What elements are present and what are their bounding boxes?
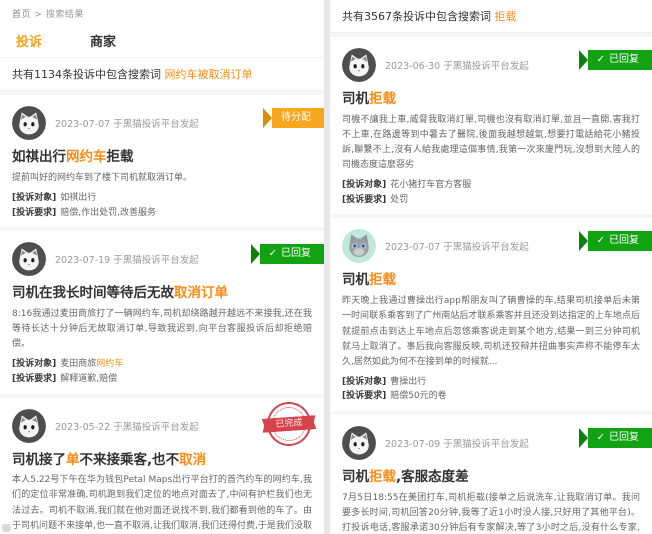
summary-prefix: 共有3567条投诉中包含搜索词	[342, 10, 495, 23]
complaint-demand-row: [投诉要求] 赔偿50元的卷	[342, 389, 640, 404]
user-avatar	[12, 409, 46, 443]
complaint-title[interactable]: 司机拒载,客服态度差	[342, 469, 640, 486]
complaint-date: 2023-07-07 于黑猫投诉平台发起	[385, 239, 529, 253]
complaint-list: 2023-07-07 于黑猫投诉平台发起 待分配 如祺出行网约车拒载 提前叫好的…	[0, 91, 324, 534]
complaint-target-row: [投诉对象] 如祺出行	[12, 191, 312, 206]
complaint-content: 8:16我通过麦田商旅打了一辆网约车,司机却绕路越开越远不来接我,还在我等待长达…	[12, 307, 312, 352]
demand-label: [投诉要求]	[12, 374, 56, 384]
target-value: 曹操出行	[390, 377, 426, 387]
check-icon: ✓	[597, 231, 605, 251]
black-cat-avatar-icon	[342, 426, 376, 460]
black-cat-avatar-icon	[12, 242, 46, 276]
check-icon: ✓	[597, 50, 605, 70]
complaint-date: 2023-07-07 于黑猫投诉平台发起	[55, 116, 199, 130]
user-avatar	[342, 48, 376, 82]
complaint-title[interactable]: 司机接了单不来接乘客,也不取消	[12, 452, 312, 469]
search-summary: 共有1134条投诉中包含搜索词 网约车被取消订单	[0, 58, 324, 91]
breadcrumb-separator: >	[34, 10, 42, 20]
target-label: [投诉对象]	[342, 377, 386, 387]
complaint-date: 2023-07-19 于黑猫投诉平台发起	[55, 252, 199, 266]
result-tabs: 投诉 商家	[0, 23, 324, 58]
target-label: [投诉对象]	[342, 180, 386, 190]
status-badge: ✓ 已回复	[588, 50, 652, 70]
complaints-panel-right: 共有3567条投诉中包含搜索词 拒载	[330, 0, 652, 534]
black-cat-avatar-icon	[342, 48, 376, 82]
demand-value: 赔偿,作出处罚,改善服务	[60, 208, 156, 218]
status-badge-label: 已回复	[609, 428, 639, 448]
complaint-demand-row: [投诉要求] 解释道歉,赔偿	[12, 372, 312, 387]
complaint-demand-row: [投诉要求] 赔偿,作出处罚,改善服务	[12, 206, 312, 221]
complaint-fields: [投诉对象] 麦田商旅网约车 [投诉要求] 解释道歉,赔偿	[12, 357, 312, 386]
status-badge: 待分配	[272, 108, 324, 128]
completed-stamp: 已完成	[264, 399, 313, 448]
complaint-title[interactable]: 司机拒载	[342, 272, 640, 289]
demand-value: 解释道歉,赔偿	[60, 374, 117, 384]
complaint-card[interactable]: 2023-07-07 于黑猫投诉平台发起 ✓ 已回复 司机拒载 昨天晚上我通过曹…	[330, 214, 652, 411]
breadcrumb: 首页 > 搜索结果	[0, 0, 324, 23]
target-value: 花小猪打车官方客服	[390, 180, 471, 190]
breadcrumb-home[interactable]: 首页	[12, 10, 31, 20]
complaint-card[interactable]: 2023-05-22 于黑猫投诉平台发起 已完成 司机接了单不来接乘客,也不取消…	[0, 394, 324, 534]
complaint-list: 2023-06-30 于黑猫投诉平台发起 ✓ 已回复 司机拒载 司機不讓我上車,…	[330, 33, 652, 534]
complaint-content: 司機不讓我上車,威脅我取消訂單,司機也沒有取消訂單,並且一直開,害我打不上車,在…	[342, 113, 640, 173]
demand-value: 赔偿50元的卷	[390, 391, 446, 401]
black-cat-avatar-icon	[12, 106, 46, 140]
scroll-indicator[interactable]	[2, 524, 11, 532]
target-value: 如祺出行	[60, 193, 96, 203]
complaint-date: 2023-05-22 于黑猫投诉平台发起	[55, 419, 199, 433]
complaint-fields: [投诉对象] 如祺出行 [投诉要求] 赔偿,作出处罚,改善服务	[12, 191, 312, 220]
complaint-card[interactable]: 2023-07-09 于黑猫投诉平台发起 ✓ 已回复 司机拒载,客服态度差 7月…	[330, 411, 652, 534]
check-icon: ✓	[269, 244, 277, 264]
complaint-content: 本人5.22号下午在华为钱包Petal Maps出行平台打的首汽约车的网约车,我…	[12, 473, 312, 534]
status-badge: ✓ 已回复	[260, 244, 324, 264]
tab-merchants[interactable]: 商家	[90, 31, 116, 50]
demand-value: 处罚	[390, 195, 408, 205]
complaint-demand-row: [投诉要求] 处罚	[342, 193, 640, 208]
search-summary: 共有3567条投诉中包含搜索词 拒载	[330, 0, 652, 33]
status-badge: ✓ 已回复	[588, 428, 652, 448]
target-value: 麦田商旅网约车	[60, 359, 123, 369]
complaint-content: 昨天晚上我通过曹操出行app帮朋友叫了辆曹操的车,结果司机接单后未第一时间联系乘…	[342, 294, 640, 370]
status-badge-label: 已回复	[281, 244, 311, 264]
complaint-title[interactable]: 司机在我长时间等待后无故取消订单	[12, 285, 312, 302]
status-badge-label: 已回复	[609, 231, 639, 251]
complaint-fields: [投诉对象] 花小猪打车官方客服 [投诉要求] 处罚	[342, 178, 640, 207]
demand-label: [投诉要求]	[12, 208, 56, 218]
complaint-title[interactable]: 如祺出行网约车拒载	[12, 149, 312, 166]
demand-label: [投诉要求]	[342, 195, 386, 205]
user-avatar	[342, 229, 376, 263]
complaint-card[interactable]: 2023-07-19 于黑猫投诉平台发起 ✓ 已回复 司机在我长时间等待后无故取…	[0, 227, 324, 393]
complaint-target-row: [投诉对象] 麦田商旅网约车	[12, 357, 312, 372]
complaint-card[interactable]: 2023-07-07 于黑猫投诉平台发起 待分配 如祺出行网约车拒载 提前叫好的…	[0, 91, 324, 227]
complaints-panel-left: 首页 > 搜索结果 投诉 商家 共有1134条投诉中包含搜索词 网约车被取消订单	[0, 0, 324, 534]
status-badge-label: 待分配	[281, 108, 311, 128]
complaint-fields: [投诉对象] 曹操出行 [投诉要求] 赔偿50元的卷	[342, 375, 640, 404]
demand-label: [投诉要求]	[342, 391, 386, 401]
user-avatar	[342, 426, 376, 460]
target-label: [投诉对象]	[12, 359, 56, 369]
complaint-target-row: [投诉对象] 花小猪打车官方客服	[342, 178, 640, 193]
status-badge: ✓ 已回复	[588, 231, 652, 251]
complaint-date: 2023-06-30 于黑猫投诉平台发起	[385, 58, 529, 72]
complaint-content: 提前叫好的网约车到了楼下司机就取消订单。	[12, 171, 312, 186]
tab-complaints[interactable]: 投诉	[16, 31, 42, 50]
grey-cat-avatar-icon	[342, 229, 376, 263]
summary-keyword: 拒载	[495, 10, 517, 23]
complaint-content: 7月5日18:55在美团打车,司机拒载(接单之后说洗车,让我取消订单。我问要多长…	[342, 491, 640, 534]
summary-prefix: 共有1134条投诉中包含搜索词	[12, 68, 165, 81]
complaint-title[interactable]: 司机拒载	[342, 91, 640, 108]
target-label: [投诉对象]	[12, 193, 56, 203]
status-badge-label: 已回复	[609, 50, 639, 70]
complaint-date: 2023-07-09 于黑猫投诉平台发起	[385, 436, 529, 450]
breadcrumb-current: 搜索结果	[46, 10, 84, 20]
black-cat-avatar-icon	[12, 409, 46, 443]
user-avatar	[12, 242, 46, 276]
summary-keyword: 网约车被取消订单	[165, 68, 253, 81]
user-avatar	[12, 106, 46, 140]
complaint-target-row: [投诉对象] 曹操出行	[342, 375, 640, 390]
check-icon: ✓	[597, 428, 605, 448]
complaint-card[interactable]: 2023-06-30 于黑猫投诉平台发起 ✓ 已回复 司机拒载 司機不讓我上車,…	[330, 33, 652, 214]
